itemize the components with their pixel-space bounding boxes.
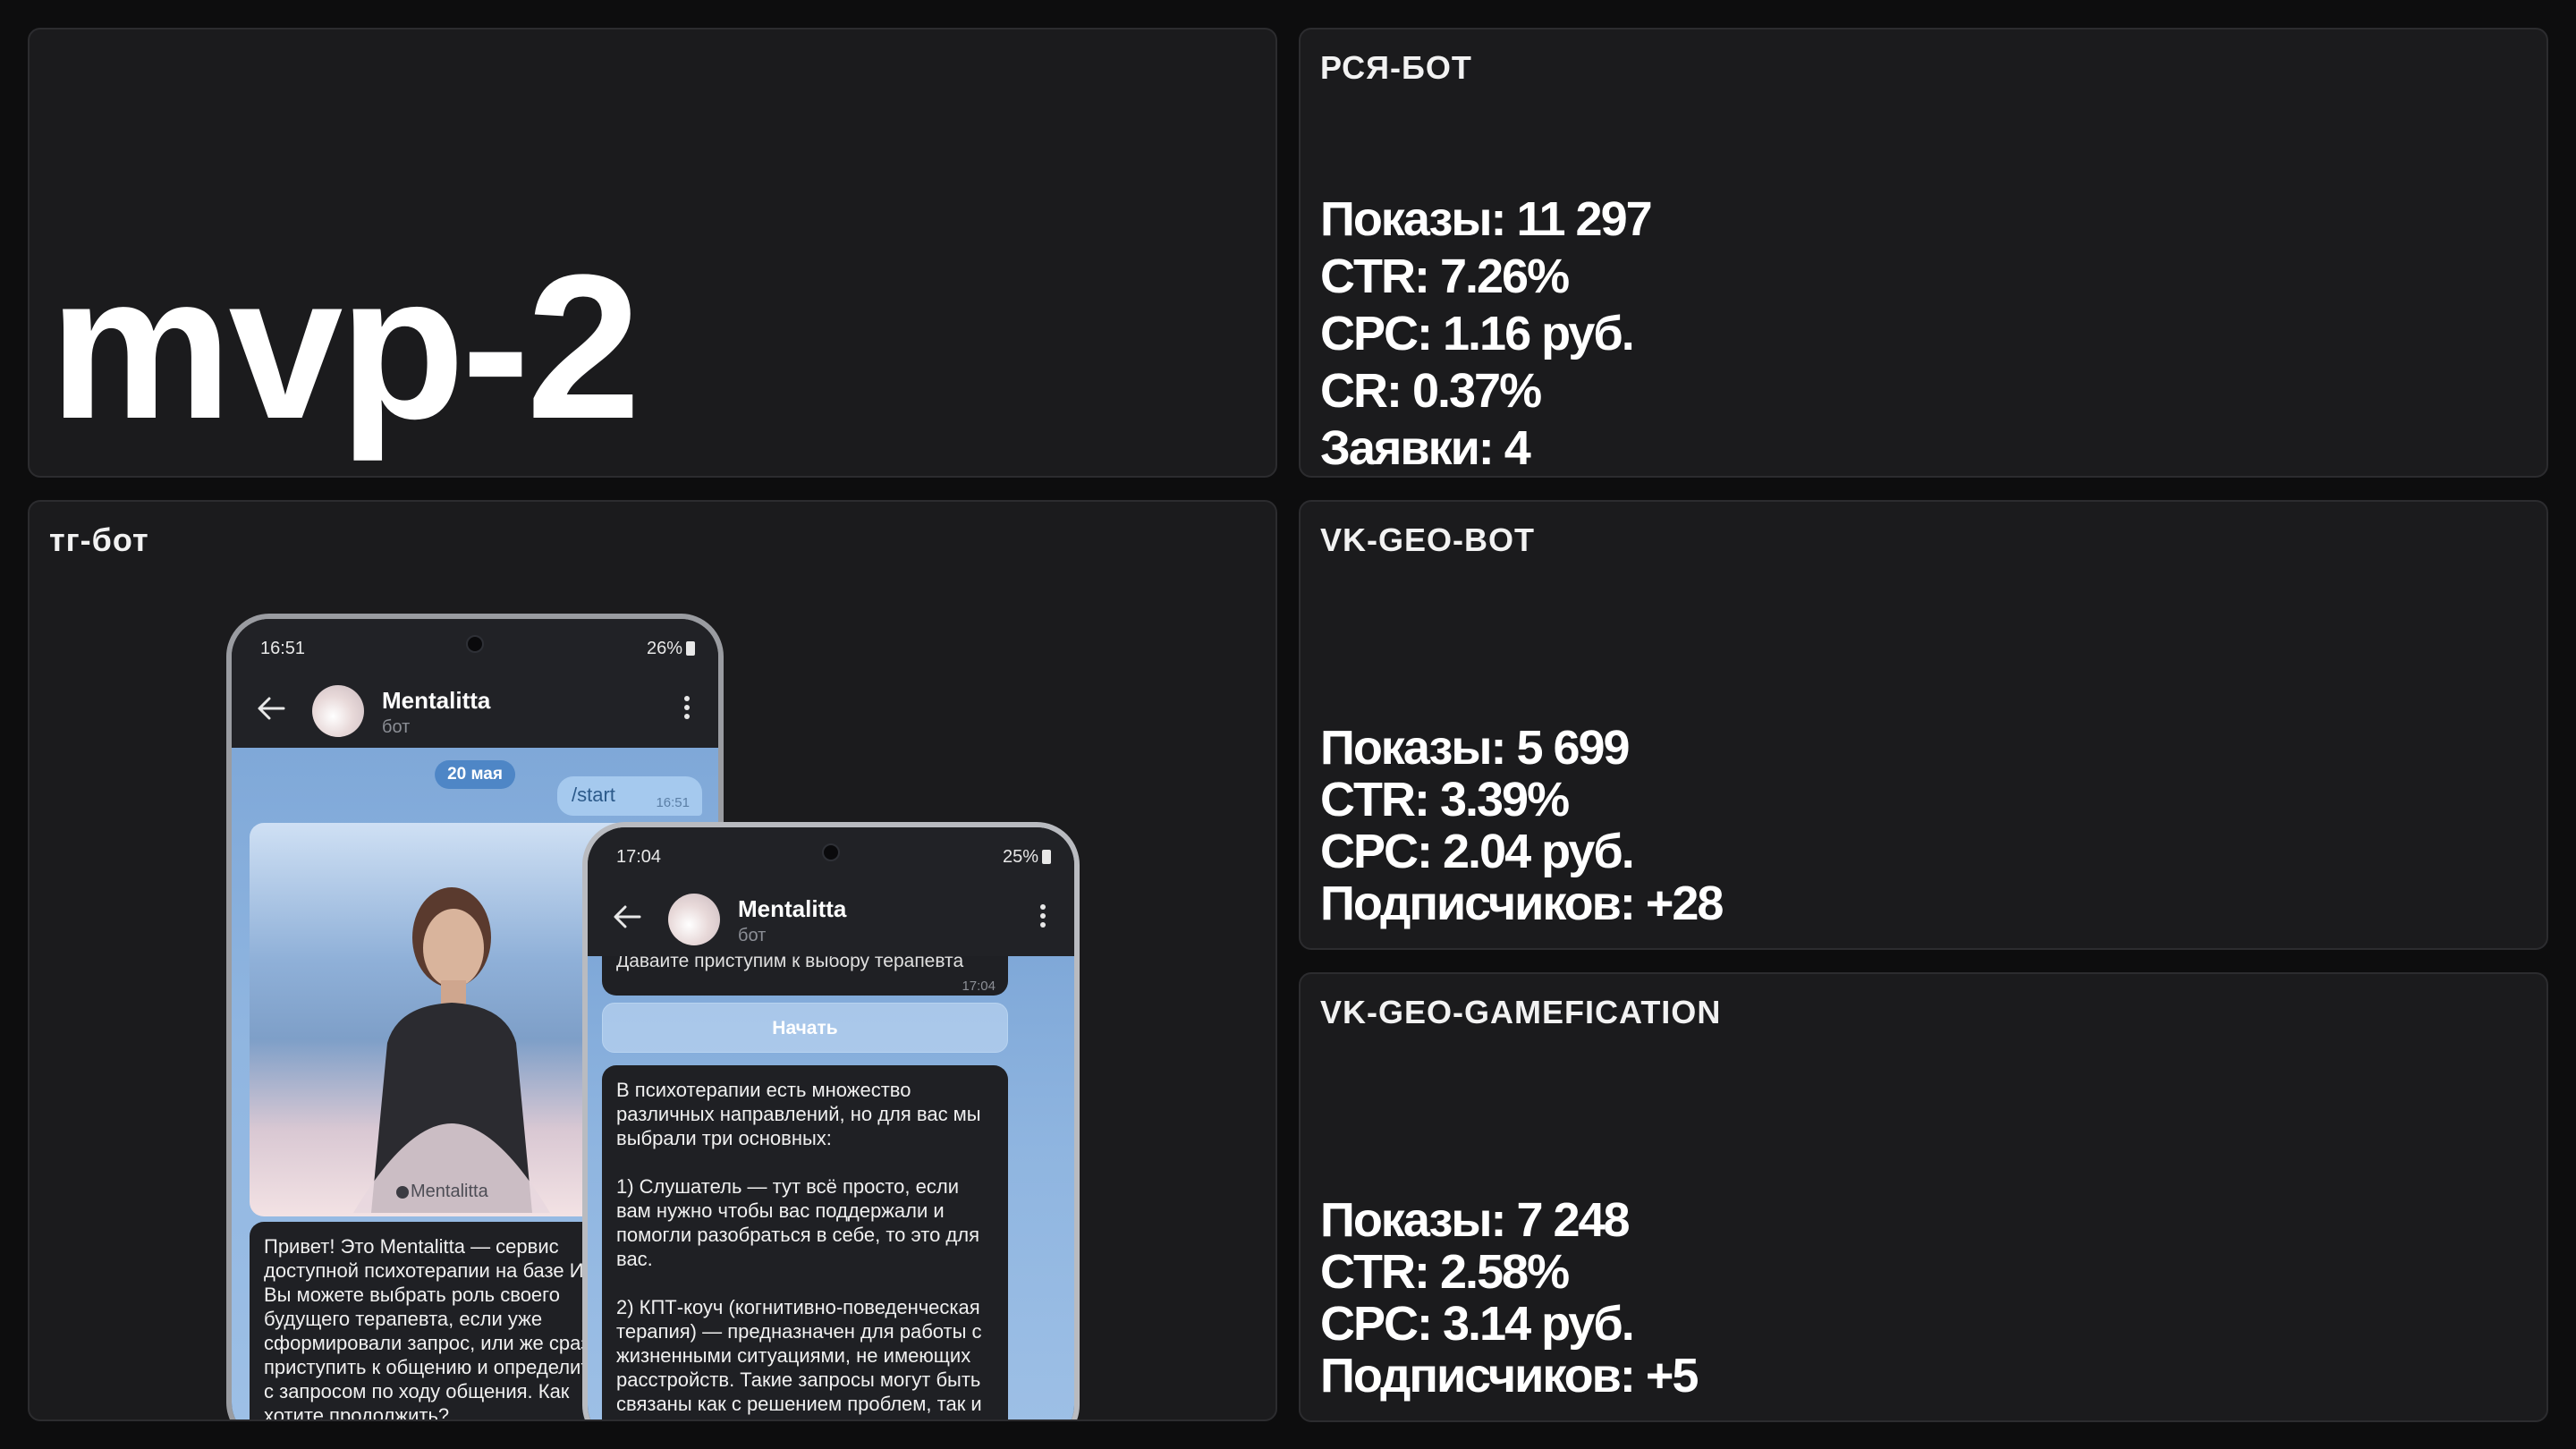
back-arrow-icon[interactable]	[613, 904, 641, 929]
metric-subscribers: Подписчиков: +28	[1320, 877, 1724, 930]
vk-geo-gamefication-card: VK-GEO-GAMEFICATION Показы: 7 248 CTR: 2…	[1299, 972, 2548, 1422]
brand-logo-icon	[396, 1186, 409, 1199]
vk-geo-bot-card: VK-GEO-BOT Показы: 5 699 CTR: 3.39% CPC:…	[1299, 500, 2548, 950]
avatar[interactable]	[312, 685, 364, 737]
camera-icon	[822, 843, 840, 861]
status-battery: 25%	[1003, 847, 1051, 868]
start-button[interactable]: Начать	[602, 1003, 1008, 1053]
chat-subtitle: бот	[738, 926, 767, 945]
previous-bot-message: Давайте приступим к выбору терапевта 17:…	[602, 956, 1008, 996]
metric-ctr: CTR: 3.39%	[1320, 773, 1570, 826]
metric-leads: Заявки: 4	[1320, 421, 1531, 475]
metric-cpc: CPC: 1.16 руб.	[1320, 307, 1635, 360]
metric-cr: CR: 0.37%	[1320, 364, 1542, 418]
chat-name: Mentalitta	[382, 687, 491, 714]
vk-game-metrics: Показы: 7 248 CTR: 2.58% CPC: 3.14 руб. …	[1320, 1193, 1699, 1402]
chat-subtitle: бот	[382, 717, 411, 737]
metric-ctr: CTR: 2.58%	[1320, 1245, 1570, 1299]
phone-mockup-2: 17:04 25% Mentalitta бот Давайте приступ…	[582, 822, 1080, 1419]
vk-game-title: VK-GEO-GAMEFICATION	[1320, 994, 1722, 1030]
rsya-title: РСЯ-БОТ	[1320, 49, 1472, 86]
chat-header: Mentalitta бот	[588, 877, 1074, 956]
battery-percent: 26%	[646, 639, 682, 658]
chat-area: Давайте приступим к выбору терапевта 17:…	[588, 956, 1074, 1419]
metric-subscribers: Подписчиков: +5	[1320, 1349, 1699, 1402]
date-pill: 20 мая	[435, 760, 515, 789]
metric-impressions: Показы: 7 248	[1320, 1193, 1631, 1247]
camera-icon	[466, 635, 484, 653]
vk-geo-title: VK-GEO-BOT	[1320, 521, 1535, 558]
battery-percent: 25%	[1002, 847, 1038, 867]
status-battery: 26%	[647, 639, 695, 659]
message-time: 17:04	[962, 979, 996, 994]
chat-header: Mentalitta бот	[232, 669, 718, 748]
metric-impressions: Показы: 5 699	[1320, 721, 1631, 775]
status-time: 16:51	[260, 639, 306, 658]
person-illustration	[353, 887, 550, 1213]
previous-message-text: Давайте приступим к выбору терапевта	[616, 956, 964, 971]
tg-bot-card: тг-бот 16:51 26% Mentalitta бот 20 мая /…	[28, 500, 1277, 1421]
metric-impressions: Показы: 11 297	[1320, 192, 1653, 246]
vk-geo-metrics: Показы: 5 699 CTR: 3.39% CPC: 2.04 руб. …	[1320, 721, 1724, 930]
battery-icon	[1042, 850, 1051, 864]
rsya-metrics: Показы: 11 297 CTR: 7.26% CPC: 1.16 руб.…	[1320, 191, 1653, 476]
more-vertical-icon[interactable]	[1040, 904, 1047, 931]
metric-cpc: CPC: 2.04 руб.	[1320, 825, 1635, 878]
status-time: 17:04	[616, 847, 662, 867]
rsya-bot-card: РСЯ-БОТ Показы: 11 297 CTR: 7.26% CPC: 1…	[1299, 28, 2548, 478]
metric-cpc: CPC: 3.14 руб.	[1320, 1297, 1635, 1351]
metric-ctr: CTR: 7.26%	[1320, 250, 1570, 303]
battery-icon	[686, 641, 695, 656]
message-time: 16:51	[656, 795, 690, 810]
chat-name: Mentalitta	[738, 895, 847, 922]
command-text: /start	[572, 784, 615, 806]
photo-brand: Mentalitta	[396, 1182, 488, 1202]
avatar[interactable]	[668, 894, 720, 945]
tg-bot-label: тг-бот	[49, 521, 149, 558]
back-arrow-icon[interactable]	[257, 696, 285, 721]
mvp-title: mvp-2	[49, 232, 640, 462]
outgoing-message: /start 16:51	[557, 776, 702, 816]
mvp-card: mvp-2	[28, 28, 1277, 478]
bot-message: В психотерапии есть множество различных …	[602, 1065, 1008, 1419]
more-vertical-icon[interactable]	[684, 696, 691, 723]
photo-brand-text: Mentalitta	[411, 1182, 488, 1201]
